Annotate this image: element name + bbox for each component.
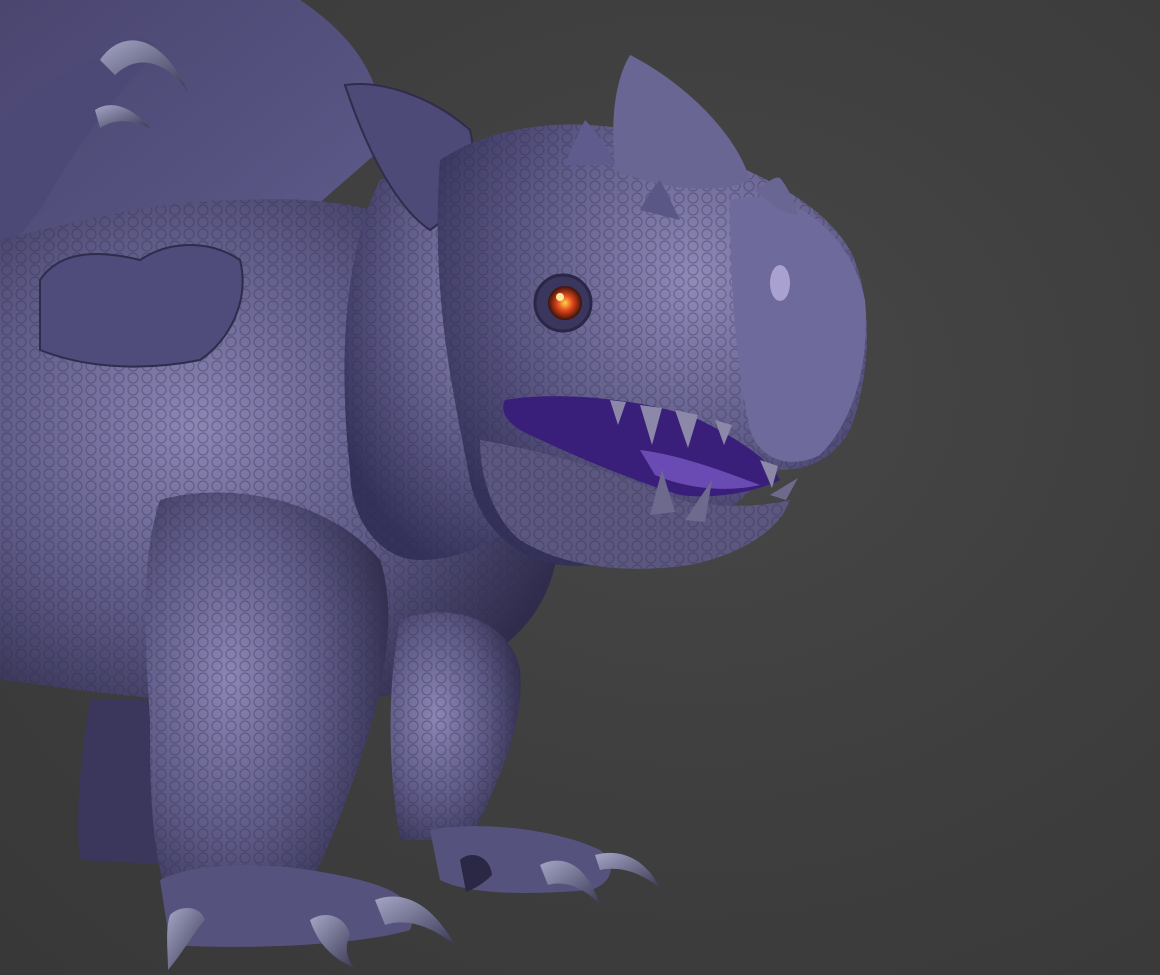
render-viewport <box>0 0 1160 975</box>
leg-scales-right <box>390 612 521 840</box>
back-plates <box>39 244 244 368</box>
dragon-render <box>0 0 867 970</box>
nostril <box>770 265 790 301</box>
eye-icon <box>548 286 582 320</box>
main-horn <box>613 55 750 189</box>
claw-icon <box>375 896 455 945</box>
leg-scales <box>145 492 389 905</box>
front-foot-left <box>160 865 413 947</box>
eye-highlight <box>556 293 564 301</box>
